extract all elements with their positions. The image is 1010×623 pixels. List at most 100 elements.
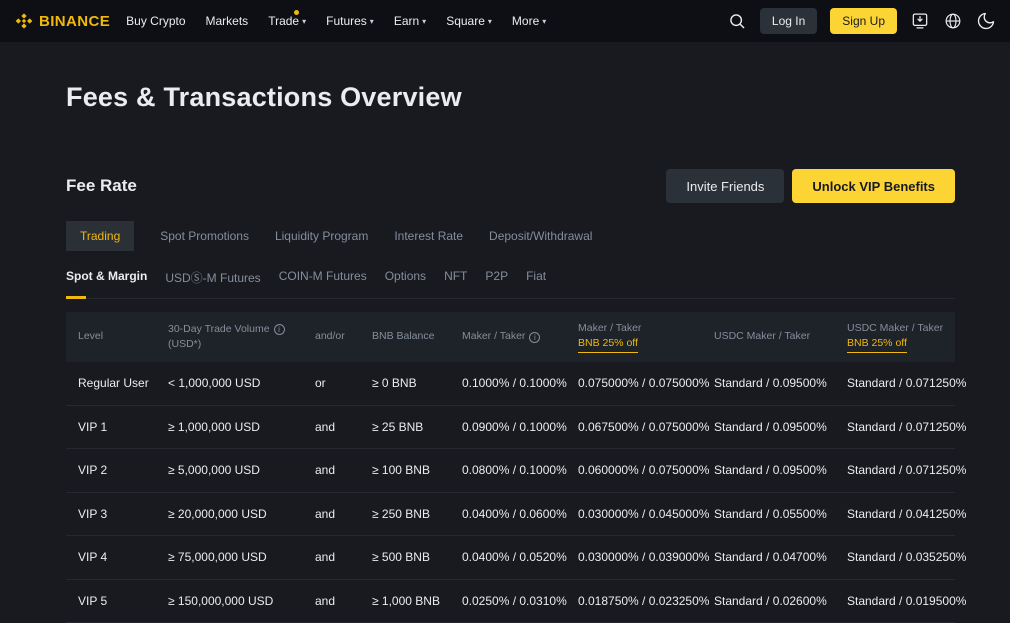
binance-logo[interactable]: BINANCE [14,11,110,31]
table-row: VIP 2 ≥ 5,000,000 USD and ≥ 100 BNB 0.08… [66,449,955,493]
subtab-options[interactable]: Options [385,269,426,286]
chevron-down-icon [370,14,374,28]
language-globe-icon[interactable] [943,11,963,31]
table-row: Regular User < 1,000,000 USD or ≥ 0 BNB … [66,362,955,406]
theme-moon-icon[interactable] [976,11,996,31]
td-volume: ≥ 1,000,000 USD [156,420,303,434]
td-usdc-maker-taker-bnb: Standard / 0.041250% [835,507,972,521]
subtab-fiat[interactable]: Fiat [526,269,546,286]
chevron-down-icon [542,14,546,28]
td-usdc-maker-taker-bnb: Standard / 0.071250% [835,463,972,477]
td-maker-taker-bnb: 0.030000% / 0.039000% [566,550,702,564]
td-level: VIP 1 [66,420,156,434]
subtab-spot-margin[interactable]: Spot & Margin [66,269,147,286]
page-title: Fees & Transactions Overview [66,82,955,113]
fee-rate-actions: Invite Friends Unlock VIP Benefits [666,169,955,203]
subtab-p2p[interactable]: P2P [485,269,508,286]
td-maker-taker-bnb: 0.060000% / 0.075000% [566,463,702,477]
login-button[interactable]: Log In [760,8,817,34]
td-andor: and [303,594,360,608]
td-volume: < 1,000,000 USD [156,376,303,390]
col-header-volume: 30-Day Trade Volume (USD*) [156,315,303,359]
bnb-discount-link[interactable]: BNB 25% off [578,336,638,353]
table-row: VIP 5 ≥ 150,000,000 USD and ≥ 1,000 BNB … [66,580,955,623]
tab-deposit-withdrawal[interactable]: Deposit/Withdrawal [489,221,592,251]
binance-logo-icon [14,11,34,31]
nav-buy-crypto[interactable]: Buy Crypto [126,14,185,28]
bnb-discount-link[interactable]: BNB 25% off [847,336,907,353]
td-usdc-maker-taker: Standard / 0.09500% [702,463,835,477]
col-header-usdc-maker-taker: USDC Maker / Taker [702,322,835,351]
td-level: Regular User [66,376,156,390]
tab-interest-rate[interactable]: Interest Rate [394,221,463,251]
tab-trading[interactable]: Trading [66,221,134,251]
td-andor: and [303,420,360,434]
tab-spot-promotions[interactable]: Spot Promotions [160,221,249,251]
td-maker-taker: 0.0250% / 0.0310% [450,594,566,608]
td-maker-taker: 0.0900% / 0.1000% [450,420,566,434]
download-app-icon[interactable] [910,11,930,31]
col-header-level: Level [66,322,156,351]
td-bnb-balance: ≥ 1,000 BNB [360,594,450,608]
col-header-usdc-maker-taker-bnb: USDC Maker / Taker BNB 25% off [835,314,955,360]
td-maker-taker-bnb: 0.067500% / 0.075000% [566,420,702,434]
table-row: VIP 4 ≥ 75,000,000 USD and ≥ 500 BNB 0.0… [66,536,955,580]
chevron-down-icon [302,14,306,28]
subtab-nft[interactable]: NFT [444,269,467,286]
table-header-row: Level 30-Day Trade Volume (USD*) and/or … [66,312,955,362]
td-usdc-maker-taker-bnb: Standard / 0.071250% [835,420,972,434]
fee-category-tabs: Trading Spot Promotions Liquidity Progra… [66,221,955,251]
nav-trade[interactable]: Trade [268,14,306,28]
nav-more[interactable]: More [512,14,546,28]
td-volume: ≥ 5,000,000 USD [156,463,303,477]
chevron-down-icon [488,14,492,28]
tab-liquidity-program[interactable]: Liquidity Program [275,221,368,251]
chevron-down-icon [422,14,426,28]
col-header-bnb-balance: BNB Balance [360,322,450,351]
col-header-maker-taker-bnb: Maker / Taker BNB 25% off [566,314,702,360]
td-usdc-maker-taker-bnb: Standard / 0.035250% [835,550,972,564]
fee-rate-table: Level 30-Day Trade Volume (USD*) and/or … [66,312,955,623]
td-andor: and [303,463,360,477]
info-icon[interactable] [529,332,540,343]
td-andor: and [303,550,360,564]
td-bnb-balance: ≥ 0 BNB [360,376,450,390]
nav-markets[interactable]: Markets [206,14,249,28]
navbar-actions: Log In Sign Up [727,8,996,34]
subtab-coin-m-futures[interactable]: COIN-M Futures [279,269,367,286]
td-maker-taker-bnb: 0.075000% / 0.075000% [566,376,702,390]
td-volume: ≥ 20,000,000 USD [156,507,303,521]
search-icon[interactable] [727,11,747,31]
top-navbar: BINANCE Buy Crypto Markets Trade Futures… [0,0,1010,42]
info-icon[interactable] [274,324,285,335]
td-usdc-maker-taker: Standard / 0.04700% [702,550,835,564]
td-bnb-balance: ≥ 100 BNB [360,463,450,477]
td-maker-taker: 0.1000% / 0.1000% [450,376,566,390]
invite-friends-button[interactable]: Invite Friends [666,169,784,203]
signup-button[interactable]: Sign Up [830,8,897,34]
unlock-vip-button[interactable]: Unlock VIP Benefits [792,169,955,203]
td-maker-taker: 0.0800% / 0.1000% [450,463,566,477]
nav-futures[interactable]: Futures [326,14,374,28]
td-volume: ≥ 150,000,000 USD [156,594,303,608]
td-usdc-maker-taker-bnb: Standard / 0.071250% [835,376,972,390]
td-bnb-balance: ≥ 250 BNB [360,507,450,521]
td-maker-taker: 0.0400% / 0.0520% [450,550,566,564]
td-bnb-balance: ≥ 500 BNB [360,550,450,564]
subtab-usds-m-futures[interactable]: USDⓈ-M Futures [165,269,260,286]
td-usdc-maker-taker: Standard / 0.02600% [702,594,835,608]
col-header-maker-taker: Maker / Taker [450,322,566,351]
td-level: VIP 3 [66,507,156,521]
nav-earn[interactable]: Earn [394,14,426,28]
table-row: VIP 1 ≥ 1,000,000 USD and ≥ 25 BNB 0.090… [66,406,955,450]
main-nav: Buy Crypto Markets Trade Futures Earn Sq… [126,14,546,28]
table-row: VIP 3 ≥ 20,000,000 USD and ≥ 250 BNB 0.0… [66,493,955,537]
td-maker-taker-bnb: 0.030000% / 0.045000% [566,507,702,521]
nav-square[interactable]: Square [446,14,492,28]
td-level: VIP 2 [66,463,156,477]
section-title: Fee Rate [66,176,137,196]
brand-name: BINANCE [39,13,110,30]
td-usdc-maker-taker: Standard / 0.05500% [702,507,835,521]
col-header-andor: and/or [303,322,360,351]
fee-rate-header: Fee Rate Invite Friends Unlock VIP Benef… [66,169,955,203]
